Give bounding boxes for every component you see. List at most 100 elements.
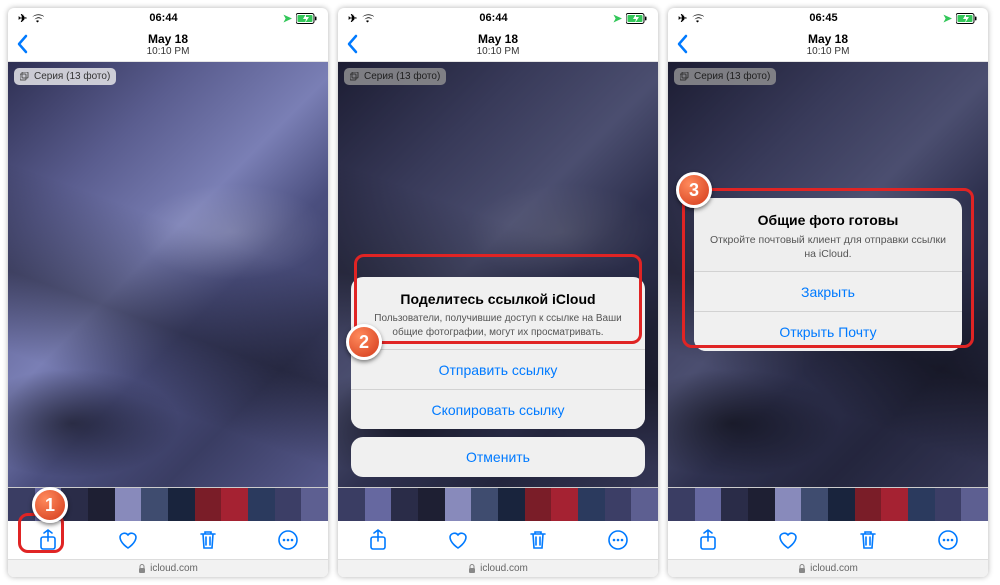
thumbnail[interactable] xyxy=(721,488,748,521)
thumbnail[interactable] xyxy=(391,488,418,521)
thumbnail[interactable] xyxy=(338,488,365,521)
status-bar: ✈︎ 06:44 ➤ xyxy=(8,8,328,28)
thumbnail[interactable] xyxy=(195,488,222,521)
phone-screenshot-1: ✈︎ 06:44 ➤ May 18 10:10 PM xyxy=(8,8,328,577)
thumbnail[interactable] xyxy=(961,488,988,521)
favorite-button[interactable] xyxy=(115,527,141,553)
thumbnail[interactable] xyxy=(668,488,695,521)
thumbnail-strip[interactable] xyxy=(668,487,988,521)
back-button[interactable] xyxy=(16,34,28,54)
thumbnail-strip[interactable] xyxy=(338,487,658,521)
thumbnail[interactable] xyxy=(695,488,722,521)
delete-button[interactable] xyxy=(195,527,221,553)
thumbnail[interactable] xyxy=(248,488,275,521)
thumbnail[interactable] xyxy=(365,488,392,521)
photo-viewport[interactable]: Серия (13 фото) xyxy=(8,62,328,487)
status-time: 06:45 xyxy=(809,12,837,24)
airplane-icon: ✈︎ xyxy=(678,12,687,25)
back-button[interactable] xyxy=(676,34,688,54)
lock-icon xyxy=(798,564,806,574)
thumbnail[interactable] xyxy=(605,488,632,521)
nav-title: May 18 10:10 PM xyxy=(147,32,190,57)
favorite-button[interactable] xyxy=(445,527,471,553)
action-sheet: Поделитесь ссылкой iCloud Пользователи, … xyxy=(351,277,645,477)
share-button[interactable] xyxy=(35,527,61,553)
alert-subtitle: Откройте почтовый клиент для отправки сс… xyxy=(708,233,949,261)
location-icon: ➤ xyxy=(283,12,292,25)
burst-badge: Серия (13 фото) xyxy=(14,68,116,85)
sheet-title: Поделитесь ссылкой iCloud xyxy=(365,291,631,307)
wifi-icon xyxy=(691,13,704,23)
thumbnail[interactable] xyxy=(498,488,525,521)
alert-open-mail-button[interactable]: Открыть Почту xyxy=(694,311,963,351)
back-button[interactable] xyxy=(346,34,358,54)
thumbnail[interactable] xyxy=(445,488,472,521)
thumbnail[interactable] xyxy=(908,488,935,521)
status-time: 06:44 xyxy=(149,12,177,24)
share-button[interactable] xyxy=(365,527,391,553)
alert-title: Общие фото готовы xyxy=(708,212,949,228)
thumbnail[interactable] xyxy=(828,488,855,521)
alert-dialog: Общие фото готовы Откройте почтовый клие… xyxy=(694,198,963,351)
share-button[interactable] xyxy=(695,527,721,553)
thumbnail[interactable] xyxy=(578,488,605,521)
safari-url-bar: icloud.com xyxy=(338,559,658,577)
thumbnail[interactable] xyxy=(801,488,828,521)
send-link-button[interactable]: Отправить ссылку xyxy=(351,349,645,389)
thumbnail[interactable] xyxy=(8,488,35,521)
thumbnail[interactable] xyxy=(418,488,445,521)
bottom-toolbar xyxy=(8,521,328,559)
thumbnail[interactable] xyxy=(88,488,115,521)
thumbnail[interactable] xyxy=(471,488,498,521)
nav-bar: May 1810:10 PM xyxy=(338,28,658,62)
url-text: icloud.com xyxy=(150,563,198,574)
location-icon: ➤ xyxy=(943,12,952,25)
sheet-subtitle: Пользователи, получившие доступ к ссылке… xyxy=(365,312,631,339)
airplane-icon: ✈︎ xyxy=(18,12,27,25)
cancel-button[interactable]: Отменить xyxy=(351,437,645,477)
more-button[interactable] xyxy=(275,527,301,553)
phone-screenshot-2: ✈︎ 06:44 ➤ May 1810:10 PM Серия (13 фото… xyxy=(338,8,658,577)
status-time: 06:44 xyxy=(479,12,507,24)
nav-title: May 1810:10 PM xyxy=(807,32,850,57)
thumbnail[interactable] xyxy=(935,488,962,521)
thumbnail[interactable] xyxy=(141,488,168,521)
photo-viewport: Серия (13 фото) Общие фото готовы Открой… xyxy=(668,62,988,487)
lock-icon xyxy=(468,564,476,574)
thumbnail[interactable] xyxy=(168,488,195,521)
alert-close-button[interactable]: Закрыть xyxy=(694,271,963,311)
thumbnail[interactable] xyxy=(881,488,908,521)
battery-icon xyxy=(296,13,318,24)
nav-bar: May 18 10:10 PM xyxy=(8,28,328,62)
phone-screenshot-3: ✈︎ 06:45 ➤ May 1810:10 PM Серия (13 фото… xyxy=(668,8,988,577)
favorite-button[interactable] xyxy=(775,527,801,553)
more-button[interactable] xyxy=(605,527,631,553)
thumbnail[interactable] xyxy=(775,488,802,521)
battery-icon xyxy=(626,13,648,24)
nav-title: May 1810:10 PM xyxy=(477,32,520,57)
wifi-icon xyxy=(31,13,44,23)
nav-time: 10:10 PM xyxy=(147,46,190,57)
thumbnail[interactable] xyxy=(855,488,882,521)
safari-url-bar: icloud.com xyxy=(668,559,988,577)
copy-link-button[interactable]: Скопировать ссылку xyxy=(351,389,645,429)
airplane-icon: ✈︎ xyxy=(348,12,357,25)
thumbnail[interactable] xyxy=(525,488,552,521)
action-sheet-overlay: Поделитесь ссылкой iCloud Пользователи, … xyxy=(338,62,658,487)
callout-1: 1 xyxy=(32,487,68,523)
location-icon: ➤ xyxy=(613,12,622,25)
more-button[interactable] xyxy=(935,527,961,553)
thumbnail[interactable] xyxy=(631,488,658,521)
thumbnail[interactable] xyxy=(748,488,775,521)
bottom-toolbar xyxy=(338,521,658,559)
thumbnail[interactable] xyxy=(301,488,328,521)
thumbnail[interactable] xyxy=(115,488,142,521)
alert-overlay: Общие фото готовы Откройте почтовый клие… xyxy=(668,62,988,487)
wifi-icon xyxy=(361,13,374,23)
thumbnail[interactable] xyxy=(275,488,302,521)
delete-button[interactable] xyxy=(525,527,551,553)
thumbnail[interactable] xyxy=(551,488,578,521)
delete-button[interactable] xyxy=(855,527,881,553)
thumbnail[interactable] xyxy=(221,488,248,521)
nav-date: May 18 xyxy=(147,32,190,46)
